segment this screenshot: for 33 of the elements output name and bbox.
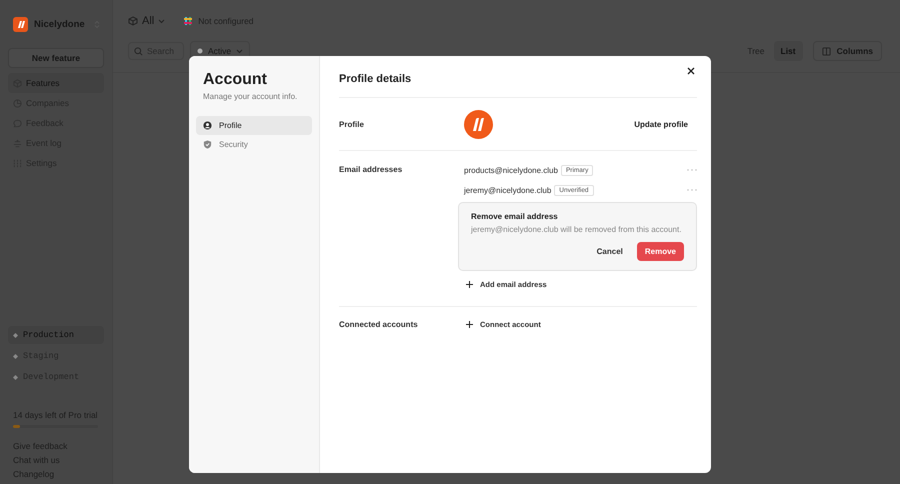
plus-icon <box>466 321 473 328</box>
plus-icon <box>466 281 473 288</box>
search-icon <box>134 46 143 56</box>
logo-icon <box>13 16 28 32</box>
dialog-title: Account <box>202 70 268 90</box>
email-address: products@nicelydone.club <box>464 166 558 174</box>
email-address: jeremy@nicelydone.club <box>464 186 552 194</box>
avatar-logo-icon[interactable] <box>464 110 493 138</box>
shield-icon <box>203 140 212 149</box>
dialog-subtitle: Manage your account info. <box>202 92 298 101</box>
user-icon <box>203 121 212 130</box>
field-label: Profile <box>339 120 365 128</box>
chevron-down-icon <box>236 48 244 54</box>
diamond-icon <box>13 354 18 358</box>
status-dot-icon <box>197 48 203 54</box>
account-tab[interactable]: Profile <box>196 116 312 135</box>
close-button[interactable] <box>685 64 697 76</box>
hash-icon <box>183 16 194 26</box>
update-profile-button[interactable]: Update profile <box>625 116 697 132</box>
field-label: Connected accounts <box>339 319 419 331</box>
columns-icon <box>822 46 831 56</box>
field-label: Email addresses <box>339 164 404 176</box>
section-heading: Profile details <box>339 73 412 85</box>
diamond-icon <box>13 374 18 380</box>
cancel-button[interactable]: Cancel <box>590 242 629 261</box>
account-tab[interactable]: Security <box>196 135 312 154</box>
chevron-down-icon <box>158 18 166 24</box>
confirmation-title: Remove email address <box>471 212 559 221</box>
close-icon <box>687 66 695 74</box>
diamond-icon <box>13 332 18 338</box>
remove-button[interactable]: Remove <box>636 242 684 261</box>
cube-icon <box>128 16 138 26</box>
confirmation-message: jeremy@nicelydone.club will be removed from this account. <box>471 225 682 234</box>
